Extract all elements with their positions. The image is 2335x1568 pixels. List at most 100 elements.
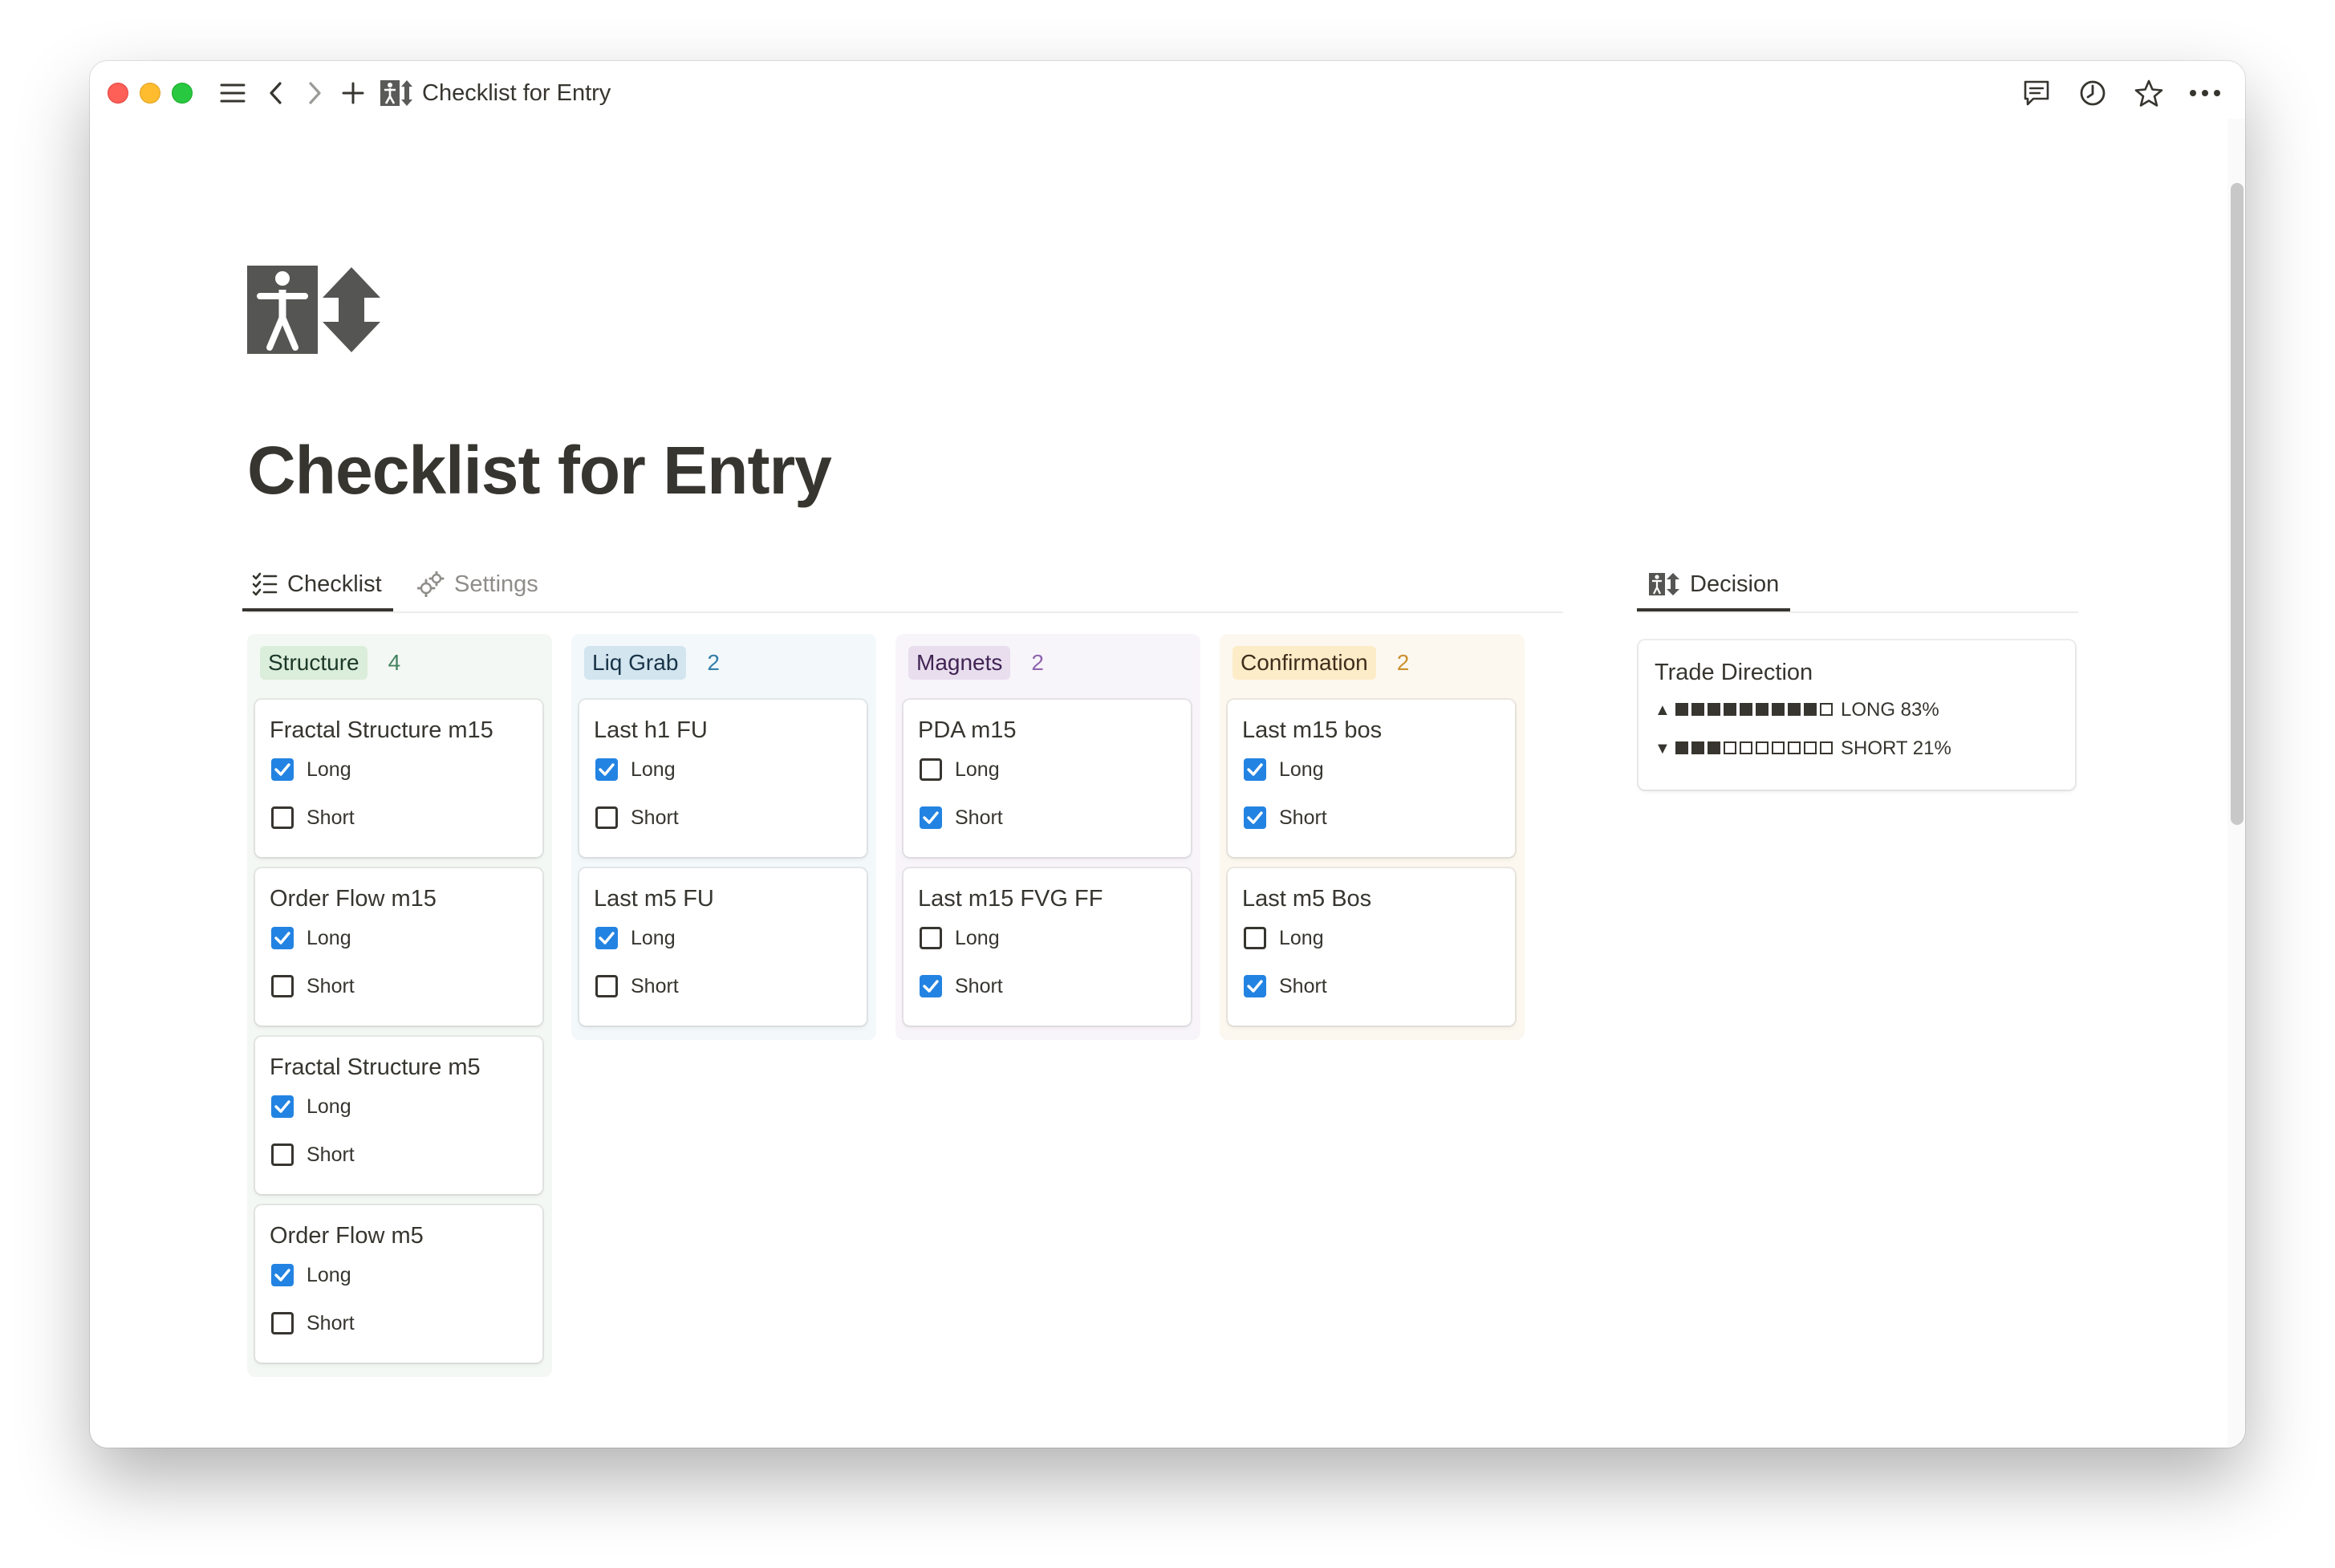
board-card[interactable]: Order Flow m15 Long Short [255, 868, 542, 1026]
star-icon[interactable] [2131, 75, 2166, 111]
board-card[interactable]: Order Flow m5 Long Short [255, 1205, 542, 1363]
decision-card[interactable]: Trade Direction ▲ LONG 83% ▼ SHORT 21% [1639, 640, 2075, 790]
board-card[interactable]: Fractal Structure m5 Long Short [255, 1037, 542, 1194]
long-checkbox[interactable] [1244, 927, 1266, 949]
column-count: 2 [1031, 650, 1044, 675]
filled-square [1724, 703, 1736, 716]
long-checkbox[interactable] [1244, 758, 1266, 781]
short-checkbox[interactable] [920, 975, 942, 997]
window-title: Checklist for Entry [422, 80, 611, 106]
short-checkbox[interactable] [271, 1312, 294, 1334]
board-card[interactable]: Fractal Structure m15 Long Short [255, 700, 542, 857]
person-updown-icon [1648, 571, 1680, 597]
empty-square [1772, 741, 1785, 754]
short-checkbox-row: Short [271, 804, 355, 831]
tab-decision[interactable]: Decision [1636, 559, 1791, 611]
more-icon[interactable] [2187, 75, 2223, 111]
filled-square [1675, 741, 1688, 754]
long-checkbox[interactable] [271, 927, 294, 949]
close-window-button[interactable] [108, 83, 128, 104]
short-checkbox-row: Short [271, 1141, 355, 1168]
down-arrow-icon: ▼ [1655, 739, 1671, 758]
column-count: 4 [388, 650, 401, 675]
short-checkbox-row: Short [1244, 973, 1327, 1000]
board-card[interactable]: PDA m15 Long Short [904, 700, 1191, 857]
tab-settings-label: Settings [454, 571, 538, 597]
long-checkbox-label: Long [1279, 758, 1324, 781]
board-card[interactable]: Last h1 FU Long Short [579, 700, 867, 857]
scrollbar-thumb[interactable] [2231, 183, 2244, 825]
tab-decision-label: Decision [1690, 571, 1780, 597]
minimize-window-button[interactable] [140, 83, 160, 104]
card-title: Last m5 FU [594, 886, 714, 912]
short-checkbox[interactable] [595, 806, 618, 829]
long-checkbox-row: Long [1244, 924, 1324, 952]
column-tag: Magnets [908, 646, 1011, 680]
person-updown-icon[interactable] [247, 266, 382, 354]
short-checkbox-label: Short [307, 1143, 355, 1166]
page-icon-small [379, 75, 414, 111]
forward-icon[interactable] [297, 75, 332, 111]
filled-square [1772, 703, 1785, 716]
long-checkbox[interactable] [595, 927, 618, 949]
board-card[interactable]: Last m15 FVG FF Long Short [904, 868, 1191, 1026]
zoom-window-button[interactable] [172, 83, 193, 104]
long-checkbox-label: Long [307, 1095, 351, 1118]
long-checkbox[interactable] [271, 758, 294, 781]
short-checkbox[interactable] [1244, 806, 1266, 829]
long-checkbox-row: Long [920, 756, 1000, 783]
column-count: 2 [1396, 650, 1410, 675]
board-card[interactable]: Last m5 Bos Long Short [1228, 868, 1515, 1026]
long-checkbox[interactable] [595, 758, 618, 781]
column-count: 2 [707, 650, 720, 675]
short-checkbox-label: Short [307, 1311, 355, 1334]
long-checkbox-label: Long [631, 758, 676, 781]
empty-square [1804, 741, 1817, 754]
card-title: Fractal Structure m15 [270, 717, 493, 743]
tab-settings[interactable]: Settings [417, 559, 538, 610]
card-title: Last m15 bos [1242, 717, 1383, 743]
short-checkbox[interactable] [1244, 975, 1266, 997]
short-checkbox[interactable] [595, 975, 618, 997]
column-header[interactable]: Structure 4 [260, 645, 400, 680]
up-arrow-icon: ▲ [1655, 701, 1671, 719]
long-checkbox-row: Long [271, 1093, 351, 1120]
back-icon[interactable] [258, 75, 294, 111]
long-checkbox-label: Long [307, 1263, 351, 1286]
plus-icon[interactable] [335, 75, 371, 111]
board-card[interactable]: Last m15 bos Long Short [1228, 700, 1515, 857]
short-checkbox-row: Short [920, 973, 1003, 1000]
long-checkbox[interactable] [920, 758, 942, 781]
comment-icon[interactable] [2019, 75, 2054, 111]
long-checkbox[interactable] [271, 1264, 294, 1286]
short-checkbox[interactable] [271, 1144, 294, 1166]
short-checkbox-row: Short [271, 973, 355, 1000]
empty-square [1740, 741, 1752, 754]
column-header[interactable]: Magnets 2 [908, 645, 1044, 680]
short-checkbox-row: Short [1244, 804, 1327, 831]
history-icon[interactable] [2075, 75, 2110, 111]
short-checkbox[interactable] [271, 806, 294, 829]
long-checkbox[interactable] [271, 1095, 294, 1118]
filled-square [1691, 741, 1704, 754]
long-checkbox-label: Long [307, 926, 351, 949]
column-header[interactable]: Liq Grab 2 [584, 645, 720, 680]
short-checkbox-label: Short [1279, 806, 1327, 829]
view-tabs: Checklist Settings [242, 559, 1563, 613]
short-checkbox[interactable] [271, 975, 294, 997]
column-tag: Liq Grab [584, 646, 687, 680]
tab-checklist[interactable]: Checklist [242, 559, 393, 611]
column-header[interactable]: Confirmation 2 [1232, 645, 1409, 680]
menu-icon[interactable] [215, 75, 250, 111]
empty-square [1756, 741, 1769, 754]
short-checkbox-label: Short [631, 806, 679, 829]
short-checkbox-label: Short [955, 806, 1003, 829]
scrollbar-track[interactable] [2227, 119, 2245, 1448]
board-card[interactable]: Last m5 FU Long Short [579, 868, 867, 1026]
decision-tabs: Decision [1636, 559, 2078, 613]
card-title: Last h1 FU [594, 717, 708, 743]
long-checkbox[interactable] [920, 927, 942, 949]
app-window: Checklist for Entry Checklist for Entry [90, 61, 2245, 1448]
filled-square [1804, 703, 1817, 716]
short-checkbox[interactable] [920, 806, 942, 829]
